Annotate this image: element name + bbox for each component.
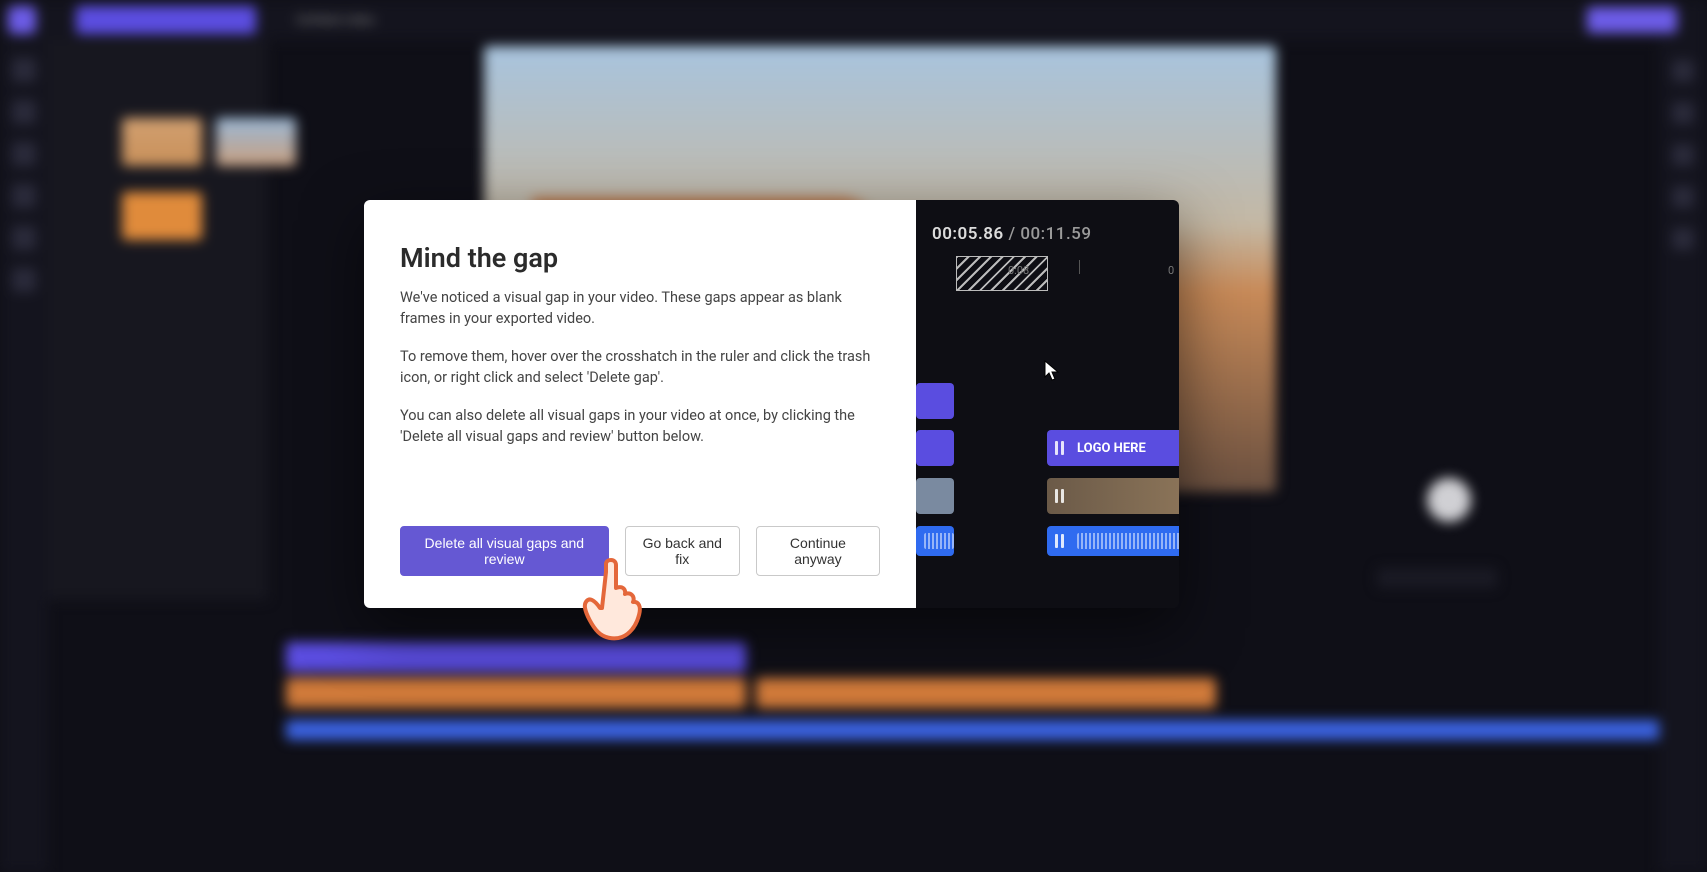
go-back-button[interactable]: Go back and fix [625,526,740,576]
total-time: 00:11.59 [1020,224,1091,244]
clip-handle-icon [1055,489,1069,503]
clip-handle-icon [1055,441,1069,455]
mind-the-gap-dialog: Mind the gap We've noticed a visual gap … [364,200,1179,608]
gap-crosshatch[interactable] [956,256,1048,291]
audio-waveform-icon [1077,533,1179,549]
clip-label: LOGO HERE [1077,441,1146,456]
zoom-slider-bg [1377,568,1497,588]
left-tool-rail [0,40,48,872]
dialog-paragraph: To remove them, hover over the crosshatc… [400,347,880,388]
dialog-preview-panel: 00:05.86 / 00:11.59 0:08 0 LOGO HERE [916,200,1179,608]
play-button-bg [1427,478,1471,522]
media-thumbnail [122,192,202,240]
current-time: 00:05.86 [932,224,1004,244]
timeline-video-clip[interactable] [1047,478,1179,514]
timeline-audio-clip[interactable] [1047,526,1179,556]
dialog-paragraph: You can also delete all visual gaps in y… [400,406,880,447]
ruler-tick-label: 0 [1168,264,1174,277]
delete-gaps-button[interactable]: Delete all visual gaps and review [400,526,609,576]
dialog-content: Mind the gap We've noticed a visual gap … [364,200,916,608]
continue-anyway-button[interactable]: Continue anyway [756,526,880,576]
time-separator: / [1004,224,1021,244]
app-logo [8,6,36,34]
right-tool-rail [1659,40,1707,872]
audio-waveform-icon [924,533,954,549]
timeline-clip[interactable] [916,383,954,419]
media-panel [48,40,268,600]
ruler-tick [1079,260,1080,274]
timeline-clip-logo[interactable]: LOGO HERE [1047,430,1179,466]
media-thumbnail [122,118,202,166]
dialog-title: Mind the gap [400,242,880,274]
export-button [1587,7,1677,33]
time-display: 00:05.86 / 00:11.59 [932,224,1092,244]
project-title: Untitled video [296,13,375,28]
timeline-area [280,632,1667,772]
ruler-tick-label: 0:08 [1008,264,1029,277]
cursor-icon [1044,360,1060,382]
timeline-audio-clip[interactable] [916,526,954,556]
timeline-ruler[interactable]: 0:08 0 [916,256,1179,290]
main-dropdown [76,6,256,34]
timeline-clip[interactable] [916,430,954,466]
clip-handle-icon [1055,534,1069,548]
dialog-paragraph: We've noticed a visual gap in your video… [400,288,880,329]
media-thumbnail [216,118,296,166]
timeline-clip[interactable] [916,478,954,514]
dialog-button-row: Delete all visual gaps and review Go bac… [400,526,880,576]
